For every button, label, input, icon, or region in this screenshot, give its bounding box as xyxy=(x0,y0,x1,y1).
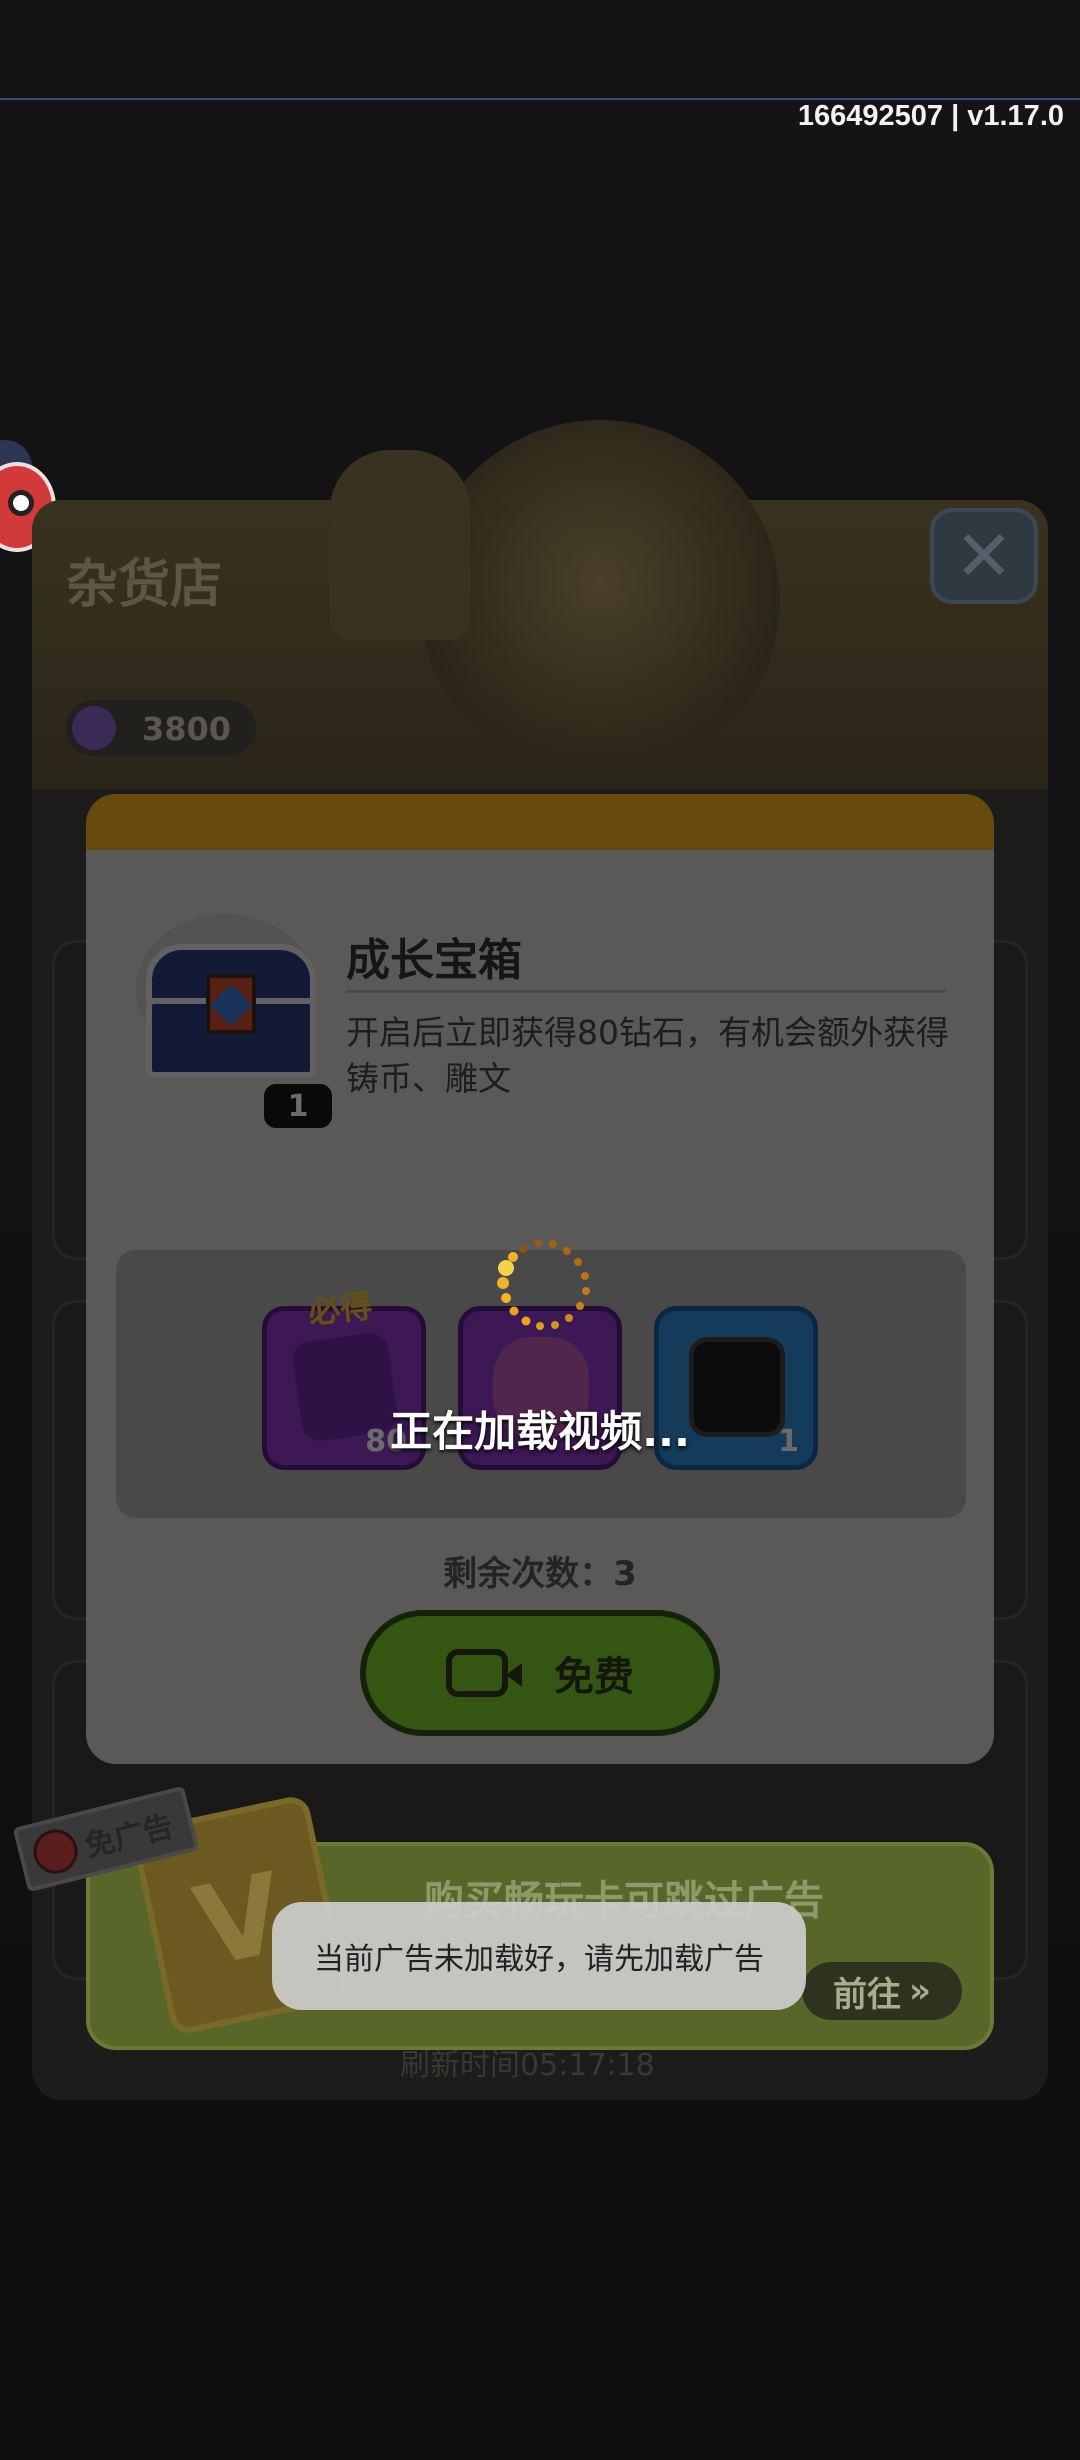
dialog-header-band xyxy=(86,794,994,850)
gem-balance-value: 3800 xyxy=(142,710,232,748)
video-camera-icon xyxy=(446,1649,522,1697)
item-description: 开启后立即获得80钻石，有机会额外获得铸币、雕文 xyxy=(346,1013,949,1098)
close-button[interactable]: ✕ xyxy=(930,508,1038,604)
no-ad-tag-label: 免广告 xyxy=(81,1808,178,1865)
remaining-count: 剩余次数：3 xyxy=(443,1554,637,1594)
no-ads-icon xyxy=(28,1824,83,1879)
loading-spinner-icon xyxy=(497,1239,590,1330)
free-button-label: 免费 xyxy=(554,1654,634,1700)
build-id-label: 166492507 | v1.17.0 xyxy=(797,100,1064,132)
free-watch-ad-button[interactable]: 免费 xyxy=(360,1610,720,1736)
gem-icon xyxy=(72,706,116,750)
gem-balance: 3800 xyxy=(66,700,256,756)
guaranteed-label: 必得 xyxy=(306,1286,375,1332)
ad-not-loaded-toast: 当前广告未加载好，请先加载广告 xyxy=(272,1902,806,2010)
close-icon: ✕ xyxy=(954,515,1014,597)
item-name: 成长宝箱 xyxy=(346,935,522,986)
merchant-illustration xyxy=(420,420,780,780)
loading-video-text: 正在加载视频... xyxy=(390,1407,690,1456)
merchant-arm xyxy=(330,450,470,640)
goto-button-label: 前往 xyxy=(833,1974,902,2015)
goto-button[interactable]: 前往 » xyxy=(802,1962,962,2020)
title-divider xyxy=(346,990,946,993)
treasure-chest-icon xyxy=(146,944,316,1079)
item-count-badge: 1 xyxy=(264,1084,332,1128)
mascot-eye xyxy=(8,490,34,516)
double-chevron-right-icon: » xyxy=(909,1971,931,2011)
shop-title: 杂货店 xyxy=(66,555,223,615)
